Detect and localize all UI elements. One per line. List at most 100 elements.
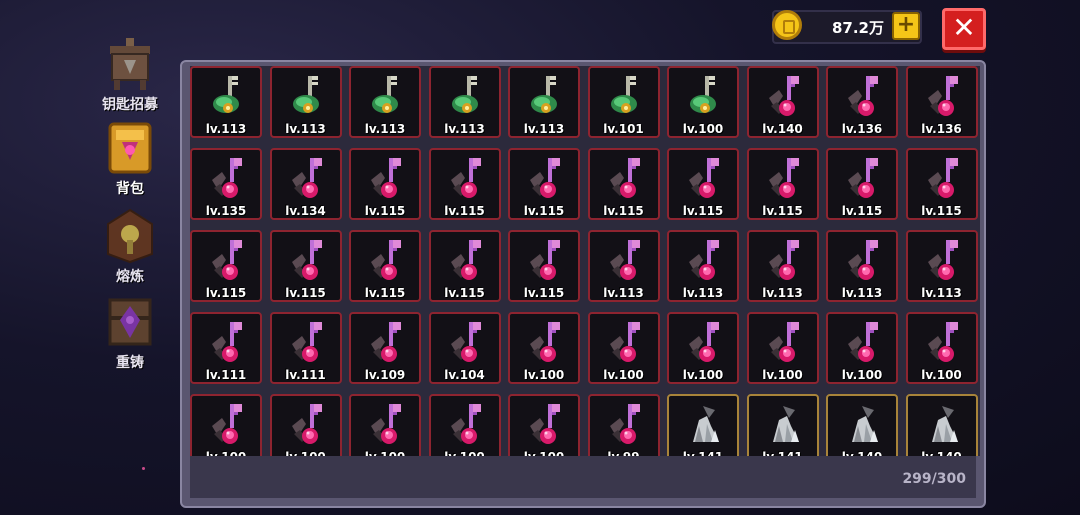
item-level: lv.113 [762,286,803,300]
item-level: lv.101 [603,122,644,136]
sidebar-item-label: 背包 [116,181,144,197]
inventory-slot[interactable]: lv.113 [905,230,978,302]
inventory-slot[interactable]: lv.100 [905,312,978,384]
inventory-slot[interactable]: lv.113 [190,66,262,138]
item-level: lv.115 [285,286,326,300]
item-level: lv.134 [285,204,326,218]
item-level: lv.113 [523,122,565,136]
inventory-slot[interactable]: lv.141 [746,394,819,456]
inventory-slot[interactable]: lv.115 [746,148,819,220]
inventory-slot[interactable]: lv.115 [428,148,501,220]
item-level: lv.115 [921,204,962,218]
item-level: lv.113 [603,286,644,300]
inventory-slot[interactable]: lv.104 [428,312,501,384]
inventory-slot[interactable]: lv.115 [349,148,421,220]
item-level: lv.140 [762,122,803,136]
item-level: lv.100 [523,368,565,382]
item-level: lv.113 [285,122,326,136]
inventory-footer: 299/300 [190,456,976,498]
item-level: lv.136 [841,122,883,136]
sidebar-item-label: 重铸 [116,355,144,371]
item-level: lv.115 [205,286,247,300]
item-level: lv.113 [682,286,724,300]
inventory-slot[interactable]: lv.113 [667,230,739,302]
close-button[interactable]: ✕ [942,8,986,50]
inventory-slot[interactable]: lv.115 [190,230,262,302]
inventory-slot[interactable]: lv.140 [826,394,898,456]
inventory-slot[interactable]: lv.136 [826,66,898,138]
item-level: lv.135 [205,204,247,218]
inventory-slot[interactable]: lv.100 [587,312,660,384]
item-level: lv.115 [444,286,485,300]
item-level: lv.109 [364,368,406,382]
sidebar-item-reforge[interactable]: 重铸 [90,294,170,372]
item-level: lv.115 [523,204,565,218]
inventory-slot[interactable]: lv.135 [190,148,262,220]
inventory-slot[interactable]: lv.113 [826,230,898,302]
item-level: lv.100 [841,368,883,382]
inventory-panel: lv.113 lv.113 lv.113 lv.113 lv.113 lv.101 lv.1… [180,60,986,508]
inventory-slot[interactable]: lv.100 [269,394,342,456]
inventory-slot[interactable]: lv.100 [667,66,739,138]
inventory-slot[interactable]: lv.141 [667,394,739,456]
item-level: lv.115 [364,204,406,218]
inventory-count: 299/300 [902,471,966,487]
inventory-slot[interactable]: lv.140 [905,394,978,456]
inventory-slot[interactable]: lv.115 [428,230,501,302]
currency-display: 87.2万 + [772,10,922,44]
item-level: lv.113 [205,122,247,136]
item-level: lv.115 [841,204,883,218]
item-level: lv.115 [603,204,644,218]
signpost-icon [102,36,158,92]
inventory-slot[interactable]: lv.101 [587,66,660,138]
inventory-slot[interactable]: lv.99 [587,394,660,456]
item-level: lv.100 [921,368,962,382]
inventory-slot[interactable]: lv.100 [508,394,580,456]
item-level: lv.113 [444,122,485,136]
furnace-icon [102,208,158,264]
item-level: lv.100 [603,368,644,382]
item-level: lv.113 [364,122,406,136]
inventory-slot[interactable]: lv.115 [587,148,660,220]
inventory-slot[interactable]: lv.111 [269,312,342,384]
inventory-slot[interactable]: lv.111 [190,312,262,384]
inventory-slot[interactable]: lv.134 [269,148,342,220]
sidebar-item-backpack[interactable]: 背包 [90,120,170,198]
item-level: lv.115 [523,286,565,300]
inventory-slot[interactable]: lv.100 [826,312,898,384]
star-decoration [142,467,145,470]
add-currency-button[interactable]: + [892,12,920,40]
inventory-slot[interactable]: lv.113 [746,230,819,302]
item-level: lv.115 [364,286,406,300]
inventory-slot[interactable]: lv.100 [746,312,819,384]
sidebar-item-smelt[interactable]: 熔炼 [90,208,170,286]
inventory-slot[interactable]: lv.100 [190,394,262,456]
item-level: lv.113 [921,286,962,300]
inventory-scroll-area[interactable]: lv.113 lv.113 lv.113 lv.113 lv.113 lv.101 lv.1… [190,66,980,456]
inventory-slot[interactable]: lv.109 [349,312,421,384]
inventory-slot[interactable]: lv.100 [428,394,501,456]
item-level: lv.115 [682,204,724,218]
inventory-slot[interactable]: lv.100 [508,312,580,384]
inventory-slot[interactable]: lv.115 [905,148,978,220]
inventory-slot[interactable]: lv.115 [508,230,580,302]
inventory-slot[interactable]: lv.115 [667,148,739,220]
inventory-slot[interactable]: lv.113 [428,66,501,138]
inventory-slot[interactable]: lv.115 [826,148,898,220]
inventory-slot[interactable]: lv.115 [349,230,421,302]
inventory-slot[interactable]: lv.113 [269,66,342,138]
inventory-slot[interactable]: lv.113 [587,230,660,302]
inventory-slot[interactable]: lv.113 [508,66,580,138]
inventory-slot[interactable]: lv.136 [905,66,978,138]
currency-value: 87.2万 [831,19,884,37]
item-level: lv.111 [205,368,247,382]
gold-coin-icon [772,10,802,40]
inventory-slot[interactable]: lv.100 [667,312,739,384]
inventory-slot[interactable]: lv.140 [746,66,819,138]
inventory-slot[interactable]: lv.113 [349,66,421,138]
inventory-slot[interactable]: lv.115 [269,230,342,302]
inventory-slot[interactable]: lv.100 [349,394,421,456]
inventory-slot[interactable]: lv.115 [508,148,580,220]
item-level: lv.100 [682,368,724,382]
sidebar-item-key-recruit[interactable]: 钥匙招募 [90,36,170,114]
